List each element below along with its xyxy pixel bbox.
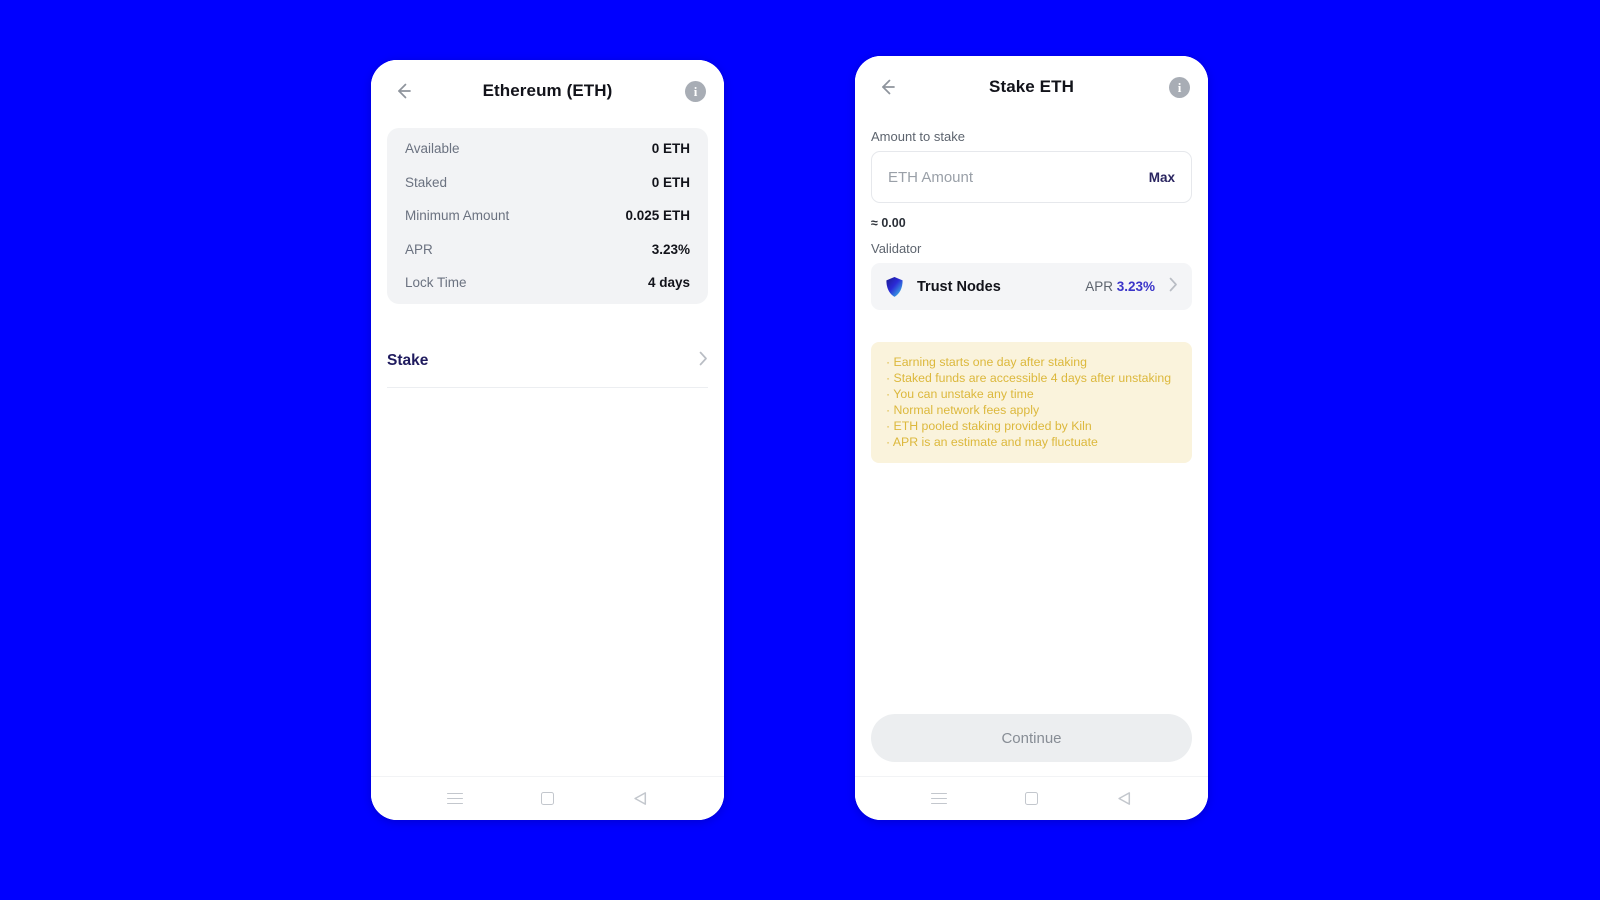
header-right: Stake ETH i: [855, 56, 1208, 118]
right-phone-body: Amount to stake Max ≈ 0.00 Validator: [855, 118, 1208, 776]
validator-apr-label: APR: [1085, 279, 1113, 294]
phone-right: Stake ETH i Amount to stake Max ≈ 0.00 V…: [855, 56, 1208, 820]
table-row: Available 0 ETH: [405, 132, 690, 166]
approx-fiat-value: ≈ 0.00: [871, 216, 906, 230]
menu-icon[interactable]: [926, 786, 952, 812]
chevron-right-icon: [1169, 277, 1178, 297]
table-row: Lock Time 4 days: [405, 266, 690, 300]
validator-apr-value: 3.23%: [1116, 279, 1155, 294]
row-value: 0 ETH: [651, 141, 690, 157]
home-square-icon[interactable]: [1018, 786, 1044, 812]
back-triangle-icon[interactable]: [627, 786, 653, 812]
row-value: 4 days: [647, 275, 690, 291]
flex-spacer: [871, 463, 1192, 714]
back-triangle-icon[interactable]: [1111, 786, 1137, 812]
screen-stake-eth: Stake ETH i Amount to stake Max ≈ 0.00 V…: [855, 56, 1208, 820]
info-icon[interactable]: i: [1169, 76, 1190, 98]
screenshot-stage: Ethereum (ETH) i Available 0 ETH Staked …: [0, 0, 1600, 900]
row-label: APR: [405, 241, 433, 257]
shield-icon: [885, 276, 904, 298]
row-value: 3.23%: [651, 241, 690, 257]
notice-line: · Normal network fees apply: [886, 403, 1040, 417]
phone-left: Ethereum (ETH) i Available 0 ETH Staked …: [371, 60, 724, 820]
max-button[interactable]: Max: [1141, 170, 1175, 185]
row-label: Lock Time: [405, 275, 467, 291]
row-value: 0 ETH: [651, 174, 690, 190]
back-arrow-icon[interactable]: [389, 78, 415, 104]
notice-line: · You can unstake any time: [886, 387, 1034, 401]
amount-input-container[interactable]: Max: [871, 151, 1192, 203]
stake-action-label: Stake: [387, 352, 429, 369]
table-row: Minimum Amount 0.025 ETH: [405, 199, 690, 233]
validator-name: Trust Nodes: [917, 278, 1001, 295]
notice-line: · APR is an estimate and may fluctuate: [886, 435, 1098, 449]
home-square-icon[interactable]: [534, 786, 560, 812]
menu-icon[interactable]: [442, 786, 468, 812]
row-value: 0.025 ETH: [625, 208, 690, 224]
validator-apr: APR 3.23%: [1085, 279, 1155, 294]
row-label: Staked: [405, 174, 448, 190]
continue-button[interactable]: Continue: [871, 714, 1192, 762]
eth-amount-input[interactable]: [888, 168, 1141, 186]
stake-action-row[interactable]: Stake: [387, 336, 708, 388]
staking-notice-box: · Earning starts one day after staking ·…: [871, 342, 1192, 463]
header-left: Ethereum (ETH) i: [371, 60, 724, 122]
notice-line: · Earning starts one day after staking: [886, 355, 1087, 369]
back-arrow-icon[interactable]: [873, 74, 899, 100]
left-phone-body: Available 0 ETH Staked 0 ETH Minimum Amo…: [371, 122, 724, 776]
validator-selector-row[interactable]: Trust Nodes APR 3.23%: [871, 263, 1192, 310]
notice-line: · ETH pooled staking provided by Kiln: [886, 419, 1092, 433]
row-label: Minimum Amount: [405, 208, 510, 224]
notice-line: · Staked funds are accessible 4 days aft…: [886, 371, 1172, 385]
chevron-right-icon: [699, 351, 708, 371]
android-navbar-left: [371, 776, 724, 820]
row-label: Available: [405, 141, 460, 157]
android-navbar-right: [855, 776, 1208, 820]
staking-info-card: Available 0 ETH Staked 0 ETH Minimum Amo…: [387, 128, 708, 304]
table-row: Staked 0 ETH: [405, 166, 690, 200]
table-row: APR 3.23%: [405, 233, 690, 267]
page-title: Stake ETH: [989, 77, 1074, 96]
validator-label: Validator: [871, 241, 922, 256]
page-title: Ethereum (ETH): [482, 81, 613, 100]
amount-to-stake-label: Amount to stake: [871, 129, 965, 144]
screen-ethereum-details: Ethereum (ETH) i Available 0 ETH Staked …: [371, 60, 724, 820]
info-icon[interactable]: i: [685, 80, 706, 102]
